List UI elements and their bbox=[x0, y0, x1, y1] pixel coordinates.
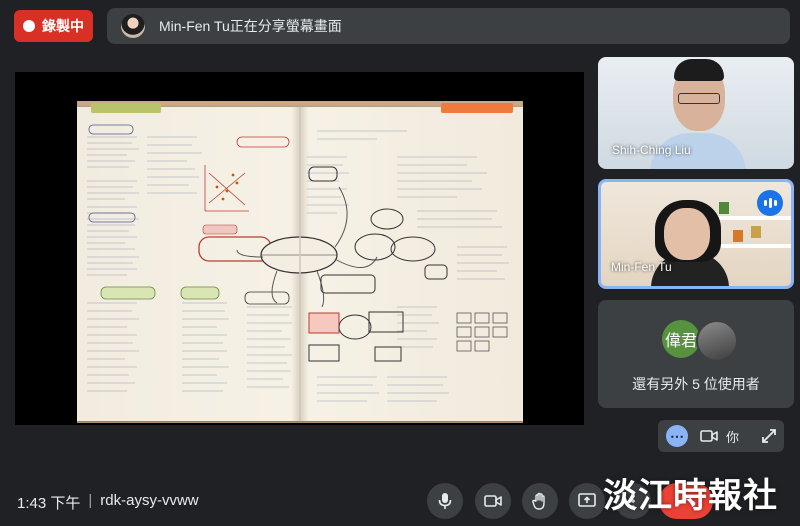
glasses bbox=[678, 93, 720, 104]
recording-indicator-button[interactable]: 錄製中 bbox=[14, 10, 93, 42]
presenter-text: Min-Fen Tu正在分享螢幕畫面 bbox=[159, 18, 342, 34]
video-camera-icon bbox=[484, 495, 502, 507]
participant-name: Shih-Ching Liu bbox=[612, 143, 691, 157]
present-screen-icon bbox=[578, 493, 596, 507]
self-label: 你 bbox=[726, 429, 740, 445]
plant bbox=[719, 202, 729, 214]
shelf bbox=[713, 216, 791, 220]
participant-name: Min-Fen Tu bbox=[611, 260, 672, 274]
separator: | bbox=[88, 492, 93, 509]
presenter-avatar bbox=[121, 14, 145, 38]
meeting-code[interactable]: rdk-aysy-vvww bbox=[100, 492, 198, 513]
shelf bbox=[713, 244, 791, 248]
speaking-indicator-icon bbox=[757, 190, 783, 216]
plant-pot bbox=[733, 230, 743, 242]
expand-icon[interactable] bbox=[761, 428, 777, 444]
participant-tile-active-speaker[interactable]: Min-Fen Tu bbox=[598, 179, 794, 289]
notebook-photo bbox=[77, 101, 523, 423]
microphone-button[interactable] bbox=[427, 483, 463, 519]
recording-dot-icon bbox=[23, 20, 35, 32]
other-participants-label: 還有另外 5 位使用者 bbox=[632, 376, 760, 392]
microphone-icon bbox=[438, 493, 452, 509]
presentation-banner: Min-Fen Tu正在分享螢幕畫面 bbox=[107, 8, 790, 44]
camera-icon[interactable] bbox=[700, 429, 718, 443]
self-view-pill[interactable]: ⋯ 你 bbox=[658, 420, 784, 452]
other-participants-tile[interactable]: 偉君 還有另外 5 位使用者 bbox=[598, 300, 794, 408]
meeting-time: 1:43 下午 bbox=[17, 495, 81, 512]
meeting-info: 1:43 下午 | rdk-aysy-vvww bbox=[17, 492, 199, 513]
handwritten-notes-drawing bbox=[87, 107, 509, 421]
frame bbox=[751, 226, 761, 238]
shared-screen bbox=[15, 72, 584, 425]
raise-hand-button[interactable] bbox=[522, 483, 558, 519]
present-screen-button[interactable] bbox=[569, 483, 605, 519]
participant-avatar-photo bbox=[696, 320, 738, 362]
more-options-icon[interactable]: ⋯ bbox=[666, 425, 688, 447]
recording-label: 錄製中 bbox=[42, 18, 84, 34]
participant-hair bbox=[674, 59, 724, 81]
participant-face bbox=[664, 208, 710, 260]
participant-tile[interactable]: Shih-Ching Liu bbox=[598, 57, 794, 169]
hand-icon bbox=[532, 492, 545, 510]
watermark-logo: 淡江時報社 bbox=[603, 476, 778, 516]
mind-map-notebook bbox=[77, 103, 523, 421]
camera-button[interactable] bbox=[475, 483, 511, 519]
participant-avatar: 偉君 bbox=[662, 320, 700, 358]
